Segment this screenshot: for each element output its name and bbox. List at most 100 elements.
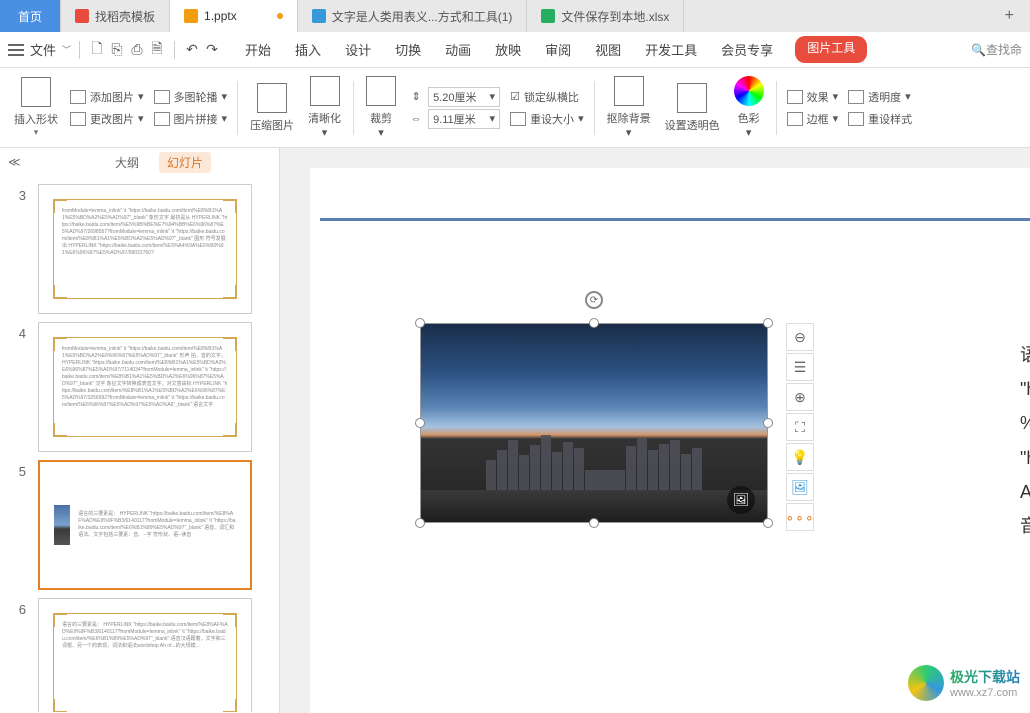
tab-animation[interactable]: 动画 — [443, 36, 473, 63]
crop-button[interactable]: 裁剪 ▾ — [360, 73, 402, 143]
reset-size-button[interactable]: 重设大小 ▾ — [510, 109, 584, 129]
insert-shape-button[interactable]: 插入形状▾ — [8, 73, 64, 143]
thumbnails[interactable]: 3 fromModule=lemma_inlink" \t "https://b… — [0, 176, 279, 712]
resize-handle[interactable] — [589, 318, 599, 328]
tab-design[interactable]: 设计 — [343, 36, 373, 63]
resize-handle[interactable] — [763, 518, 773, 528]
slide-number: 3 — [12, 184, 26, 314]
slide-number: 4 — [12, 322, 26, 452]
crop-icon — [366, 76, 396, 106]
resize-handle[interactable] — [415, 418, 425, 428]
slide-number: 5 — [12, 460, 26, 590]
unsaved-dot-icon — [277, 13, 283, 19]
height-icon: ⇕ — [408, 89, 424, 105]
tab-pptx[interactable]: 1.pptx — [170, 0, 298, 32]
ppt-icon — [184, 9, 198, 23]
add-picture-button[interactable]: 添加图片 ▾ — [70, 87, 144, 107]
tab-start[interactable]: 开始 — [243, 36, 273, 63]
multi-rotate-button[interactable]: 多图轮播 ▾ — [154, 87, 228, 107]
tab-doc[interactable]: 文字是人类用表义...方式和工具(1) — [298, 0, 528, 32]
picture-join-button[interactable]: 图片拼接 ▾ — [154, 109, 228, 129]
quick-access: 文件 ﹀ 🗋 ⎘ ⎙ 🗎 ↶ ↷ — [8, 40, 221, 59]
clarity-icon — [310, 76, 340, 106]
reset-style-button[interactable]: 重设样式 — [848, 109, 912, 129]
tab-xlsx[interactable]: 文件保存到本地.xlsx — [527, 0, 684, 32]
slide-thumb-5[interactable]: 语言的三要素是： HYPERLINK "https://baike.baidu.… — [38, 460, 252, 590]
tab-vip[interactable]: 会员专享 — [719, 36, 775, 63]
add-picture-icon — [70, 90, 86, 104]
color-button[interactable]: 色彩 ▾ — [728, 73, 770, 143]
tab-devtools[interactable]: 开发工具 — [643, 36, 699, 63]
slide-thumb-6[interactable]: 语言的三要素是： HYPERLINK "https://baike.baidu.… — [38, 598, 252, 712]
xls-icon — [541, 9, 555, 23]
compress-button[interactable]: 压缩图片 — [244, 73, 300, 143]
tab-home[interactable]: 首页 — [0, 0, 61, 32]
search-button[interactable]: 🔍 查找命 — [971, 41, 1022, 58]
change-picture-button[interactable]: 更改图片 ▾ — [70, 109, 144, 129]
height-input[interactable]: 5.20厘米▾ — [428, 87, 500, 107]
outline-tab[interactable]: 大纲 — [107, 152, 147, 173]
resize-handle[interactable] — [415, 518, 425, 528]
selected-image[interactable]: ⟳ 🖼 — [420, 323, 768, 523]
preview-icon[interactable]: 🗎 — [148, 41, 166, 59]
decorative-line — [320, 218, 1030, 221]
tab-transition[interactable]: 切换 — [393, 36, 423, 63]
transparent-color-icon — [677, 83, 707, 113]
crop-tool-icon[interactable]: ⛶ — [786, 413, 814, 441]
tab-templates[interactable]: 找稻壳模板 — [61, 0, 170, 32]
slide-thumb-4[interactable]: fromModule=lemma_inlink" \t "https://bai… — [38, 322, 252, 452]
watermark-brand: 极光下载站 — [950, 667, 1020, 687]
save-icon[interactable]: 🗋 — [88, 41, 106, 59]
menu-icon[interactable] — [8, 44, 24, 56]
slide-text[interactable]: 语言的三要素是： "https://baike.ba %9F%B3/614011… — [1020, 338, 1030, 543]
border-button[interactable]: 边框 ▾ — [787, 109, 839, 129]
transparency-icon — [848, 90, 864, 104]
slide-canvas[interactable]: ⟳ 🖼 ⊖ ☰ ⊕ — [280, 148, 1030, 713]
new-tab-button[interactable]: + — [989, 7, 1030, 25]
tab-insert[interactable]: 插入 — [293, 36, 323, 63]
transparent-color-button[interactable]: 设置透明色 — [659, 73, 726, 143]
shape-icon — [21, 77, 51, 107]
undo-icon[interactable]: ↶ — [183, 41, 201, 59]
resize-handle[interactable] — [763, 318, 773, 328]
collapse-panel-icon[interactable]: ≪ — [8, 155, 21, 169]
width-input[interactable]: 9.11厘米▾ — [428, 109, 500, 129]
slide[interactable]: ⟳ 🖼 ⊖ ☰ ⊕ — [310, 168, 1030, 713]
thumb-image-icon — [54, 505, 70, 545]
logo-icon — [908, 665, 944, 701]
resize-handle[interactable] — [589, 518, 599, 528]
doc-icon — [312, 9, 326, 23]
transparency-button[interactable]: 透明度 ▾ — [848, 87, 912, 107]
tab-review[interactable]: 审阅 — [543, 36, 573, 63]
slide-panel: ≪ 大纲 幻灯片 3 fromModule=lemma_inlink" \t "… — [0, 148, 280, 713]
tab-picture-tools[interactable]: 图片工具 — [795, 36, 867, 63]
remove-bg-button[interactable]: 抠除背景 ▾ — [601, 73, 657, 143]
print-icon[interactable]: ⎙ — [128, 41, 146, 59]
slide-thumb-3[interactable]: fromModule=lemma_inlink" \t "https://bai… — [38, 184, 252, 314]
image-tool-icon[interactable]: 🖼 — [786, 473, 814, 501]
resize-handle[interactable] — [763, 418, 773, 428]
tab-view[interactable]: 视图 — [593, 36, 623, 63]
redo-icon[interactable]: ↷ — [203, 41, 221, 59]
join-icon — [154, 112, 170, 126]
rotate-icon — [154, 90, 170, 104]
ribbon-tabs: 开始 插入 设计 切换 动画 放映 审阅 视图 开发工具 会员专享 图片工具 — [243, 36, 867, 63]
zoom-in-icon[interactable]: ⊕ — [786, 383, 814, 411]
tab-show[interactable]: 放映 — [493, 36, 523, 63]
export-icon[interactable]: ⎘ — [108, 41, 126, 59]
rotate-handle-icon[interactable]: ⟳ — [585, 291, 603, 309]
clarity-button[interactable]: 清晰化 ▾ — [302, 73, 347, 143]
image-overlay-icon[interactable]: 🖼 — [727, 486, 755, 514]
zoom-out-icon[interactable]: ⊖ — [786, 323, 814, 351]
layers-icon[interactable]: ☰ — [786, 353, 814, 381]
resize-handle[interactable] — [415, 318, 425, 328]
docer-icon — [75, 9, 89, 23]
menu-bar: 文件 ﹀ 🗋 ⎘ ⎙ 🗎 ↶ ↷ 开始 插入 设计 切换 动画 放映 审阅 视图… — [0, 32, 1030, 68]
slides-tab[interactable]: 幻灯片 — [159, 152, 211, 173]
more-icon[interactable]: ∘∘∘ — [786, 503, 814, 531]
effect-button[interactable]: 效果 ▾ — [787, 87, 839, 107]
file-menu[interactable]: 文件 — [30, 40, 56, 59]
idea-icon[interactable]: 💡 — [786, 443, 814, 471]
lock-ratio-checkbox[interactable]: ☑ 锁定纵横比 — [510, 87, 584, 107]
compress-icon — [257, 83, 287, 113]
